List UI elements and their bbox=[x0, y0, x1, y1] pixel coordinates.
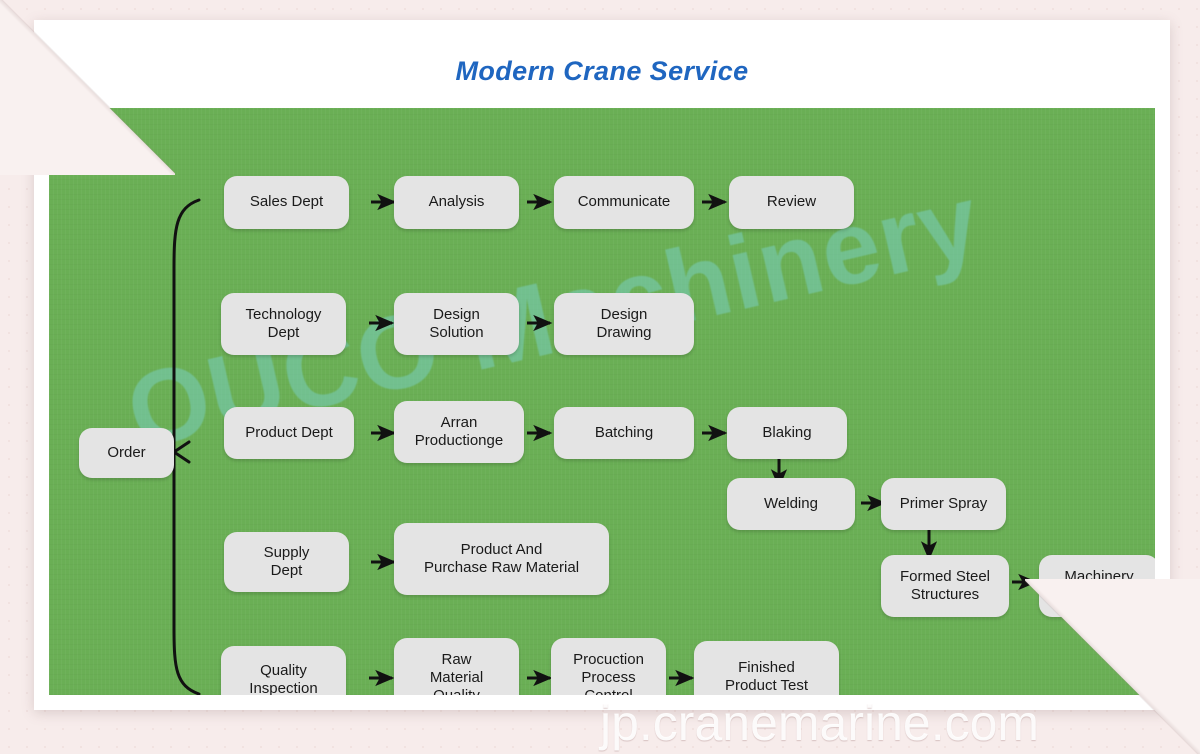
node-supply-dept[interactable]: Supply Dept bbox=[224, 532, 349, 592]
node-product-dept[interactable]: Product Dept bbox=[224, 407, 354, 459]
node-arran-productionge[interactable]: Arran Productionge bbox=[394, 401, 524, 463]
framed-card: Modern Crane Service OUCO Machinery Orde… bbox=[34, 20, 1170, 710]
flowchart-board: OUCO Machinery Order Sales Dept Analysis… bbox=[49, 108, 1155, 695]
node-order[interactable]: Order bbox=[79, 428, 174, 478]
brace-path bbox=[172, 198, 201, 695]
page-title: Modern Crane Service bbox=[455, 55, 749, 86]
node-design-drawing[interactable]: Design Drawing bbox=[554, 293, 694, 355]
node-formed-steel-structures[interactable]: Formed Steel Structures bbox=[881, 555, 1009, 617]
card-inner: Modern Crane Service OUCO Machinery Orde… bbox=[49, 34, 1155, 695]
node-primer-spray[interactable]: Primer Spray bbox=[881, 478, 1006, 530]
node-review[interactable]: Review bbox=[729, 176, 854, 229]
node-technology-dept[interactable]: Technology Dept bbox=[221, 293, 346, 355]
node-procuction-process-control[interactable]: Procuction Process Control bbox=[551, 638, 666, 695]
node-sales-dept[interactable]: Sales Dept bbox=[224, 176, 349, 229]
node-batching[interactable]: Batching bbox=[554, 407, 694, 459]
node-finished-product-test[interactable]: Finished Product Test bbox=[694, 641, 839, 695]
order-chevron-icon bbox=[172, 440, 191, 464]
title-strip: Modern Crane Service bbox=[49, 34, 1155, 108]
node-blaking[interactable]: Blaking bbox=[727, 407, 847, 459]
node-communicate[interactable]: Communicate bbox=[554, 176, 694, 229]
node-welding[interactable]: Welding bbox=[727, 478, 855, 530]
node-analysis[interactable]: Analysis bbox=[394, 176, 519, 229]
node-design-solution[interactable]: Design Solution bbox=[394, 293, 519, 355]
node-product-and-purchase-raw-material[interactable]: Product And Purchase Raw Material bbox=[394, 523, 609, 595]
node-quality-inspection[interactable]: Quality Inspection bbox=[221, 646, 346, 695]
node-machinery-fitting[interactable]: Machinery Fitting bbox=[1039, 555, 1155, 617]
node-raw-material-quality[interactable]: Raw Material Quality bbox=[394, 638, 519, 695]
